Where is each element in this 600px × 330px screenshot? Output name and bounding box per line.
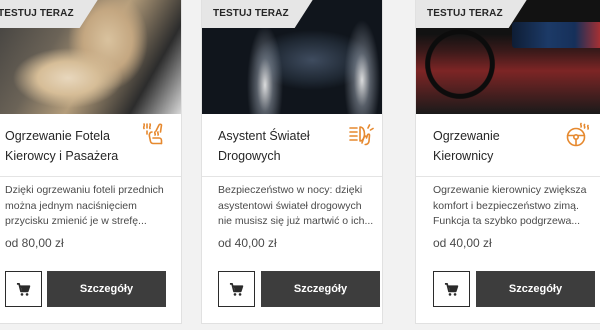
product-title[interactable]: Ogrzewanie Kierownicy xyxy=(433,126,563,166)
cart-icon xyxy=(16,282,31,296)
product-description: Ogrzewanie kierownicy zwiększa komfort i… xyxy=(433,184,587,227)
product-description: Bezpieczeństwo w nocy: dzięki asystentow… xyxy=(218,184,374,227)
cart-icon xyxy=(444,282,459,296)
product-image[interactable]: TESTUJ TERAZ xyxy=(416,0,600,114)
add-to-cart-button[interactable] xyxy=(433,271,470,307)
try-now-badge: TESTUJ TERAZ xyxy=(202,0,313,28)
product-card[interactable]: TESTUJ TERAZ Ogrzewanie Kierownicy Ogrze… xyxy=(415,0,600,324)
try-now-badge: TESTUJ TERAZ xyxy=(416,0,527,28)
add-to-cart-button[interactable] xyxy=(5,271,42,307)
cart-icon xyxy=(229,282,244,296)
product-image[interactable]: TESTUJ TERAZ xyxy=(202,0,382,114)
try-now-badge: TESTUJ TERAZ xyxy=(0,0,98,28)
product-price: od 40,00 zł xyxy=(433,236,492,250)
product-price: od 80,00 zł xyxy=(5,236,64,250)
product-title[interactable]: Asystent Świateł Drogowych xyxy=(218,126,348,166)
product-description: Dzięki ogrzewaniu foteli przednich można… xyxy=(5,184,164,227)
product-title-row: Asystent Świateł Drogowych xyxy=(202,114,382,177)
details-button[interactable]: Szczegóły xyxy=(476,271,595,307)
details-button[interactable]: Szczegóły xyxy=(261,271,380,307)
product-image[interactable]: TESTUJ TERAZ xyxy=(0,0,181,114)
product-title-row: Ogrzewanie Kierownicy xyxy=(416,114,600,177)
high-beam-assist-icon xyxy=(349,124,374,146)
product-title[interactable]: Ogrzewanie Fotela Kierowcy i Pasażera xyxy=(5,126,135,166)
details-button[interactable]: Szczegóły xyxy=(47,271,166,307)
product-price: od 40,00 zł xyxy=(218,236,277,250)
heated-steering-wheel-icon xyxy=(566,122,590,147)
product-card[interactable]: TESTUJ TERAZ Asystent Świateł Drogowych … xyxy=(201,0,383,324)
product-card-grid: TESTUJ TERAZ Ogrzewanie Fotela Kierowcy … xyxy=(0,0,600,330)
product-title-row: Ogrzewanie Fotela Kierowcy i Pasażera xyxy=(0,114,181,177)
product-card[interactable]: TESTUJ TERAZ Ogrzewanie Fotela Kierowcy … xyxy=(0,0,182,324)
add-to-cart-button[interactable] xyxy=(218,271,255,307)
heated-seat-icon xyxy=(142,123,163,145)
dashboard-screen xyxy=(512,22,600,48)
